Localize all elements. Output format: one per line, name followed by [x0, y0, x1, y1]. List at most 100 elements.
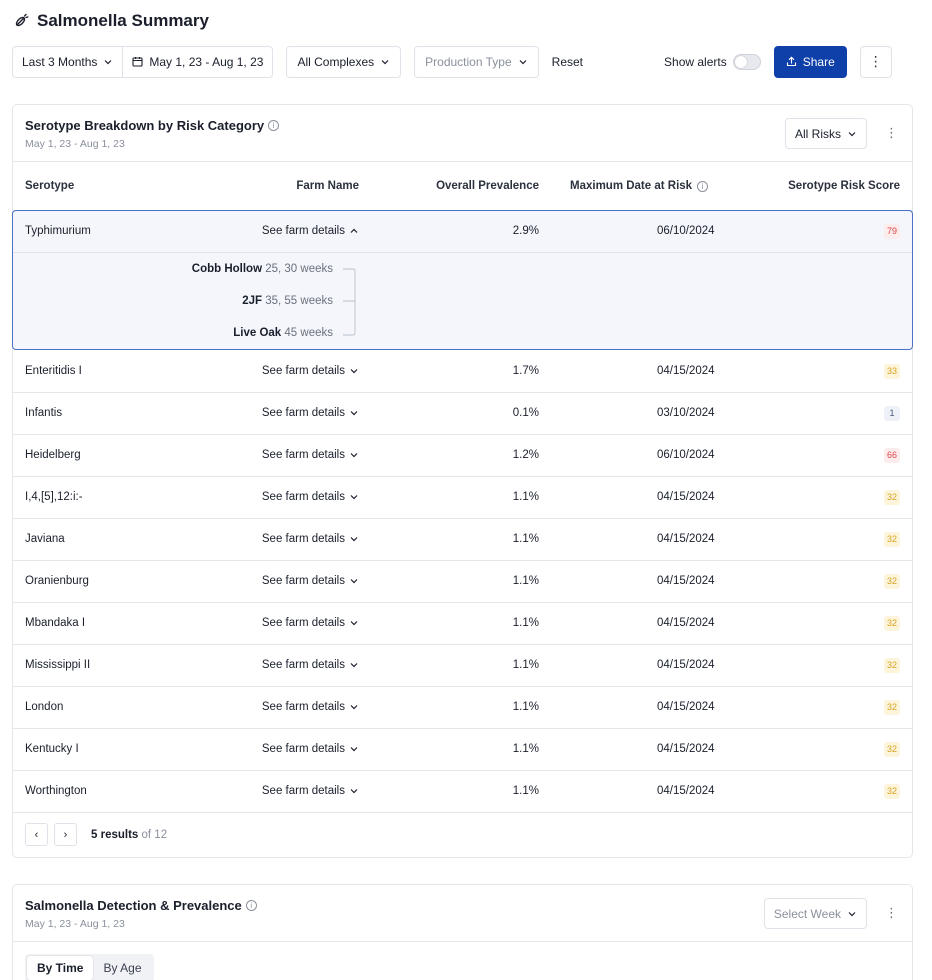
card-subtitle: May 1, 23 - Aug 1, 23: [25, 918, 125, 930]
tab-by-age[interactable]: By Age: [93, 956, 151, 980]
card-more-icon[interactable]: ⋮: [885, 125, 898, 141]
prevalence-cell: 1.1%: [512, 701, 539, 713]
tab-by-time[interactable]: By Time: [27, 956, 94, 980]
date-cell: 04/15/2024: [657, 491, 715, 503]
info-icon[interactable]: i: [245, 900, 257, 911]
risk-score-cell: 32: [883, 532, 900, 547]
show-alerts-toggle[interactable]: [732, 53, 761, 70]
farm-details-toggle[interactable]: See farm details: [262, 785, 359, 797]
table-row[interactable]: Oranienburg See farm details 1.1% 04/15/202…: [13, 561, 912, 603]
share-label: Share: [802, 54, 835, 69]
risk-badge: 32: [883, 784, 900, 799]
risk-filter-dropdown[interactable]: All Risks: [784, 118, 867, 149]
serotype-cell: Worthington: [25, 785, 87, 797]
farm-details-toggle[interactable]: See farm details: [262, 449, 359, 461]
farm-details-toggle[interactable]: See farm details: [262, 575, 359, 587]
next-page-button[interactable]: ›: [54, 823, 77, 846]
table-row[interactable]: Typhimurium See farm details 2.9% 06/10/…: [13, 211, 912, 253]
chevron-down-icon: [350, 747, 358, 752]
table-row[interactable]: Mississippi II See farm details 1.1% 04/15/…: [13, 645, 912, 687]
risk-filter-label: All Risks: [794, 126, 841, 141]
farm-details-toggle[interactable]: See farm details: [262, 365, 359, 377]
farm-details-label: See farm details: [261, 659, 345, 671]
expanded-row-typhimurium[interactable]: Typhimurium See farm details 2.9% 06/10/…: [12, 210, 913, 350]
risk-badge: 66: [883, 448, 900, 463]
risk-score-cell: 79: [883, 224, 900, 239]
farm-details-toggle[interactable]: See farm details: [262, 225, 359, 237]
farm-details-toggle[interactable]: See farm details: [262, 407, 359, 419]
card-title: Serotype Breakdown by Risk Category i: [25, 118, 280, 133]
table-row[interactable]: Enteritidis I See farm details 1.7% 04/15/2…: [13, 351, 912, 393]
farm-details-toggle[interactable]: See farm details: [262, 743, 359, 755]
serotype-cell: Heidelberg: [25, 449, 81, 461]
serotype-cell: Typhimurium: [25, 225, 91, 237]
farm-details-toggle[interactable]: See farm details: [262, 533, 359, 545]
date-cell: 04/15/2024: [657, 533, 715, 545]
info-icon[interactable]: i: [697, 180, 709, 192]
farm-weeks: 45 weeks: [284, 327, 333, 339]
complexes-dropdown[interactable]: All Complexes: [286, 45, 402, 78]
card-more-icon[interactable]: ⋮: [885, 905, 898, 921]
farm-details-label: See farm details: [261, 491, 345, 503]
reset-button[interactable]: Reset: [552, 55, 583, 69]
prev-page-button[interactable]: ‹: [25, 823, 48, 846]
farm-name: Cobb Hollow: [191, 263, 263, 275]
chevron-left-icon: ‹: [34, 828, 39, 841]
tabs-area: By Time By Age: [13, 942, 912, 980]
info-icon[interactable]: i: [268, 120, 280, 131]
farm-weeks: 35, 55 weeks: [265, 295, 333, 307]
prevalence-cell: 1.1%: [512, 785, 539, 797]
prevalence-cell: 1.1%: [512, 659, 539, 671]
card-title-text: Salmonella Detection & Prevalence: [25, 898, 242, 913]
range-dropdown[interactable]: Last 3 Months: [13, 47, 122, 77]
table-row[interactable]: I,4,[5],12:i:- See farm details 1.1% 04/15/…: [13, 477, 912, 519]
risk-badge: 32: [883, 532, 900, 547]
table-row[interactable]: Kentucky I See farm details 1.1% 04/15/2024…: [13, 729, 912, 771]
production-type-dropdown[interactable]: Production Type: [414, 45, 539, 78]
table-row[interactable]: Heidelberg See farm details 1.2% 06/10/2024…: [13, 435, 912, 477]
more-options-button[interactable]: ⋮: [859, 45, 892, 78]
date-cell: 06/10/2024: [657, 449, 715, 461]
risk-badge: 33: [883, 364, 900, 379]
farm-name: 2JF: [242, 295, 263, 307]
risk-badge: 79: [883, 224, 900, 239]
table-row[interactable]: Mbandaka I See farm details 1.1% 04/15/2024…: [13, 603, 912, 645]
serotype-cell: I,4,[5],12:i:-: [25, 491, 83, 503]
chevron-down-icon: [350, 663, 358, 668]
table-row[interactable]: Infantis See farm details 0.1% 03/10/2024 1: [13, 393, 912, 435]
farm-details-toggle[interactable]: See farm details: [262, 659, 359, 671]
date-picker[interactable]: May 1, 23 - Aug 1, 23: [122, 46, 272, 77]
col-max-date[interactable]: Maximum Date at Risk i: [570, 180, 709, 192]
chevron-down-icon: [350, 453, 358, 458]
table-row[interactable]: London See farm details 1.1% 04/15/2024 32: [13, 687, 912, 729]
share-button[interactable]: Share: [773, 45, 847, 78]
risk-badge: 1: [884, 406, 900, 421]
date-cell: 04/15/2024: [657, 365, 715, 377]
farm-details-label: See farm details: [261, 743, 345, 755]
risk-score-cell: 32: [883, 616, 900, 631]
select-week-dropdown[interactable]: Select Week: [763, 898, 867, 929]
table-row[interactable]: Javiana See farm details 1.1% 04/15/2024 32: [13, 519, 912, 561]
farm-details-label: See farm details: [261, 701, 345, 713]
chevron-down-icon: [350, 621, 358, 626]
col-farm-name[interactable]: Farm Name: [296, 180, 359, 192]
prevalence-cell: 1.1%: [512, 575, 539, 587]
date-cell: 04/15/2024: [657, 659, 715, 671]
risk-badge: 32: [883, 742, 900, 757]
serotype-cell: Kentucky I: [25, 743, 79, 755]
col-risk-score[interactable]: Serotype Risk Score: [788, 180, 900, 192]
farm-detail-item: Cobb Hollow 25, 30 weeks: [192, 263, 333, 275]
farm-details-toggle[interactable]: See farm details: [262, 491, 359, 503]
farm-details-toggle[interactable]: See farm details: [262, 617, 359, 629]
table-body: Enteritidis I See farm details 1.7% 04/15/2…: [13, 351, 912, 813]
farm-details-toggle[interactable]: See farm details: [262, 701, 359, 713]
bacteria-icon: [15, 13, 29, 27]
chevron-down-icon: [350, 537, 358, 542]
col-prevalence[interactable]: Overall Prevalence: [436, 180, 539, 192]
kebab-icon: ⋮: [868, 53, 883, 69]
pagination: ‹ › 5 results of 12: [13, 813, 912, 856]
date-cell: 04/15/2024: [657, 575, 715, 587]
col-serotype[interactable]: Serotype: [25, 180, 74, 192]
table-row[interactable]: Worthington See farm details 1.1% 04/15/202…: [13, 771, 912, 813]
select-week-placeholder: Select Week: [773, 906, 841, 921]
